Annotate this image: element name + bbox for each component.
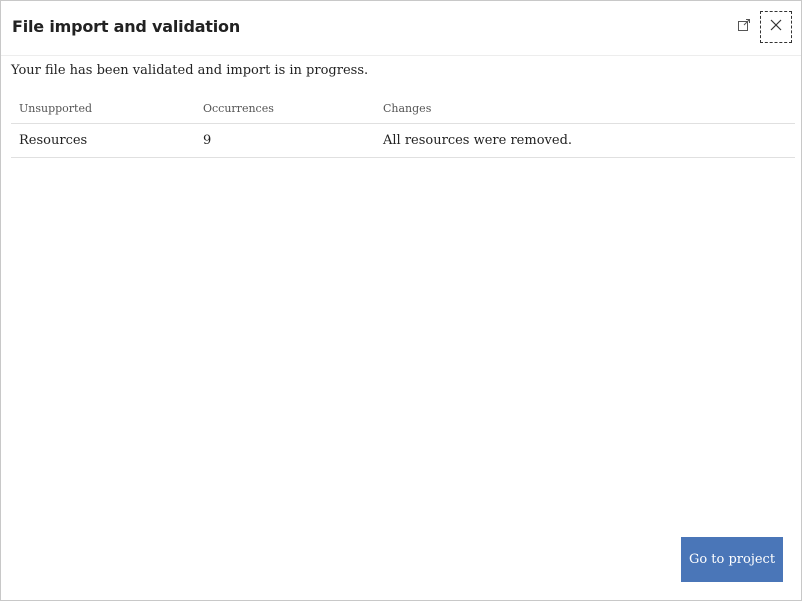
table-header-row: Unsupported Occurrences Changes <box>11 93 795 124</box>
import-validation-dialog: File import and validation Your file has… <box>0 0 802 601</box>
expand-button[interactable] <box>735 18 753 36</box>
column-header-unsupported: Unsupported <box>19 102 93 115</box>
changes-table: Unsupported Occurrences Changes Resource… <box>11 93 795 158</box>
cell-unsupported: Resources <box>19 133 88 148</box>
dialog-header: File import and validation <box>1 1 801 56</box>
table-row: Resources 9 All resources were removed. <box>11 124 795 158</box>
close-button[interactable] <box>760 11 792 43</box>
expand-icon <box>737 18 751 37</box>
go-to-project-button[interactable]: Go to project <box>681 537 783 582</box>
dialog-title: File import and validation <box>12 17 241 36</box>
status-message: Your file has been validated and import … <box>11 63 369 78</box>
close-icon <box>769 18 783 37</box>
column-header-occurrences: Occurrences <box>203 102 274 115</box>
column-header-changes: Changes <box>383 102 432 115</box>
cell-occurrences: 9 <box>203 133 212 148</box>
cell-changes: All resources were removed. <box>383 133 573 148</box>
